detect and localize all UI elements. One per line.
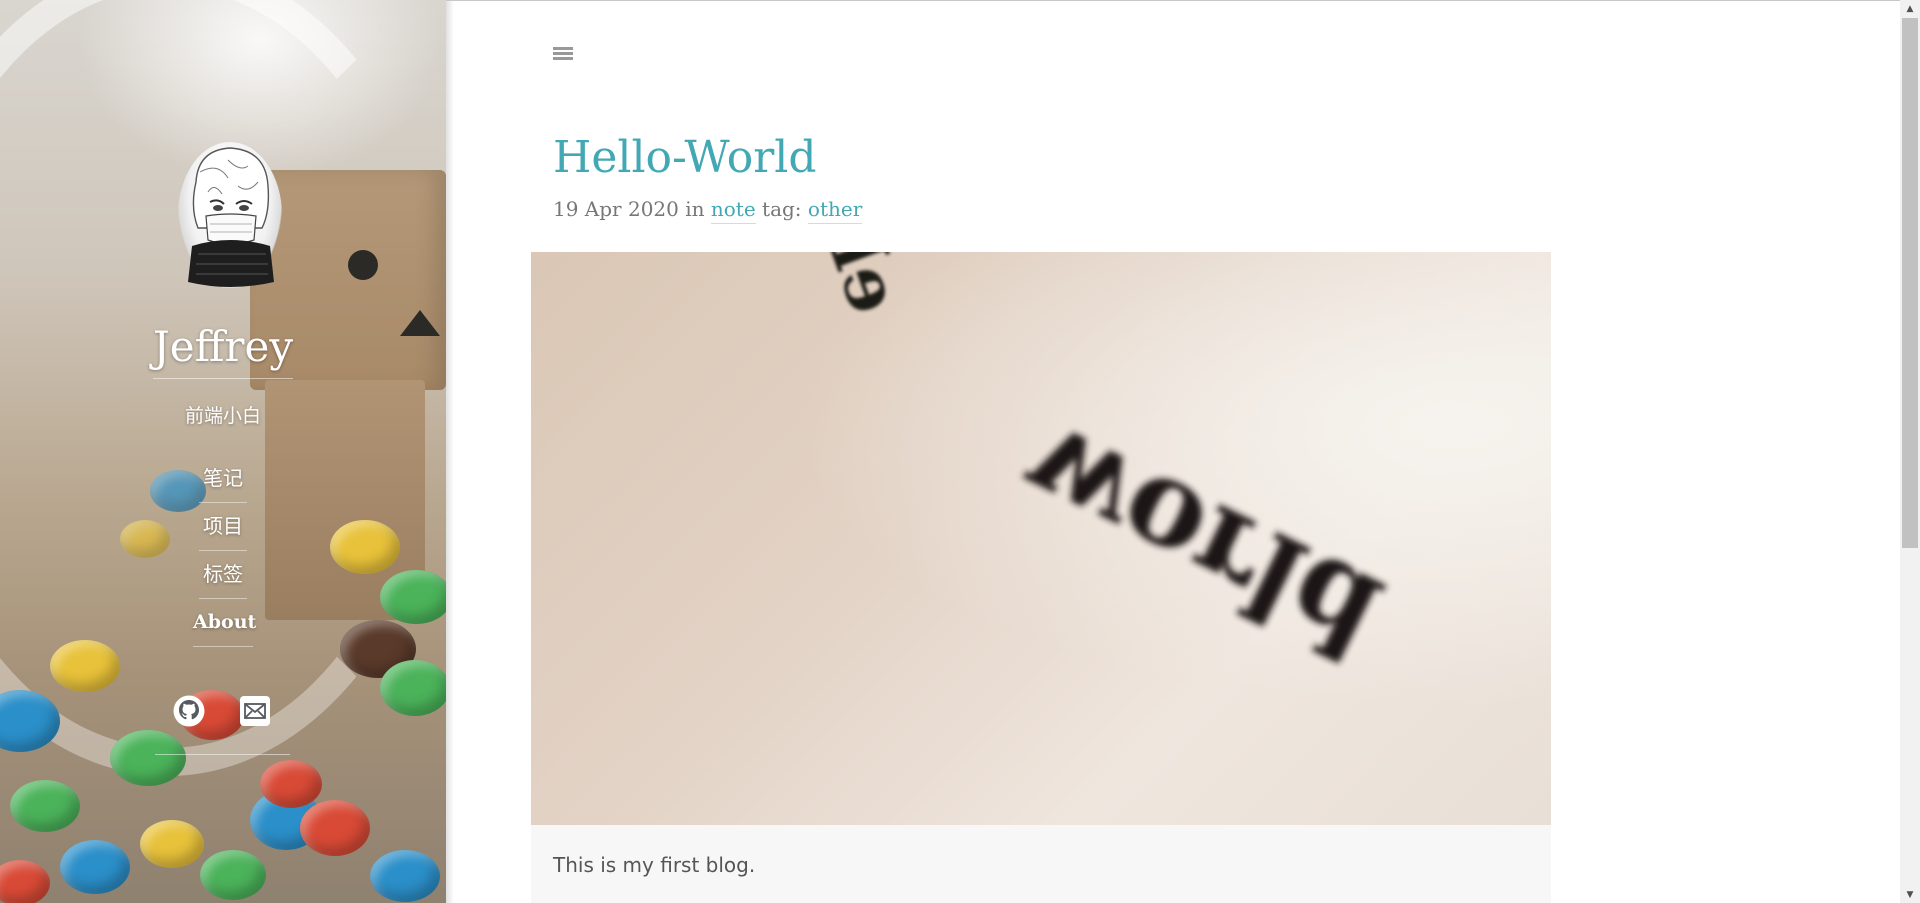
menu-icon[interactable] <box>553 47 573 65</box>
post-tag-link[interactable]: other <box>807 197 863 224</box>
site-description: 前端小白 <box>184 405 261 427</box>
svg-text:ello: ello <box>788 252 919 324</box>
post-in-label: in <box>685 197 705 221</box>
hello-world-typewriter-image: ello world <box>788 252 1402 688</box>
main-content: Hello-World 19 Apr 2020 in note tag: oth… <box>446 0 1900 903</box>
nav-item-tags[interactable]: 标签 <box>199 554 247 602</box>
social-links <box>172 694 282 730</box>
svg-text:world: world <box>1000 395 1402 687</box>
page-scrollbar[interactable]: ▲ ▼ <box>1900 0 1920 903</box>
title-divider <box>153 378 293 379</box>
post-tag-label: tag: <box>762 197 802 221</box>
post-hero-image[interactable]: ello world <box>531 252 1551 825</box>
nav-item-projects[interactable]: 项目 <box>199 506 247 554</box>
post-category-link[interactable]: note <box>710 197 756 224</box>
avatar-illustration <box>188 147 274 287</box>
post-title[interactable]: Hello-World <box>553 128 817 188</box>
post-excerpt: This is my first blog. <box>553 853 756 877</box>
mail-link[interactable] <box>238 694 272 728</box>
post-date: 19 Apr 2020 <box>553 197 679 221</box>
post-excerpt-card: This is my first blog. <box>531 825 1551 903</box>
mail-icon <box>240 696 270 726</box>
social-divider <box>155 754 290 755</box>
scroll-down-arrow-icon[interactable]: ▼ <box>1900 886 1920 903</box>
post-meta: 19 Apr 2020 in note tag: other <box>553 197 863 224</box>
github-link[interactable] <box>172 694 206 728</box>
nav-item-notes[interactable]: 笔记 <box>199 458 247 506</box>
scroll-up-arrow-icon[interactable]: ▲ <box>1900 0 1920 17</box>
sidebar-nav: 笔记 项目 标签 About <box>0 458 446 650</box>
site-title[interactable]: Jeffrey <box>0 322 446 371</box>
avatar[interactable] <box>178 142 282 288</box>
sidebar-content: Jeffrey 前端小白 笔记 项目 标签 About <box>0 0 446 903</box>
scrollbar-thumb[interactable] <box>1902 18 1918 548</box>
github-icon <box>173 695 205 727</box>
nav-item-about[interactable]: About <box>193 602 256 650</box>
sidebar: Jeffrey 前端小白 笔记 项目 标签 About <box>0 0 446 903</box>
